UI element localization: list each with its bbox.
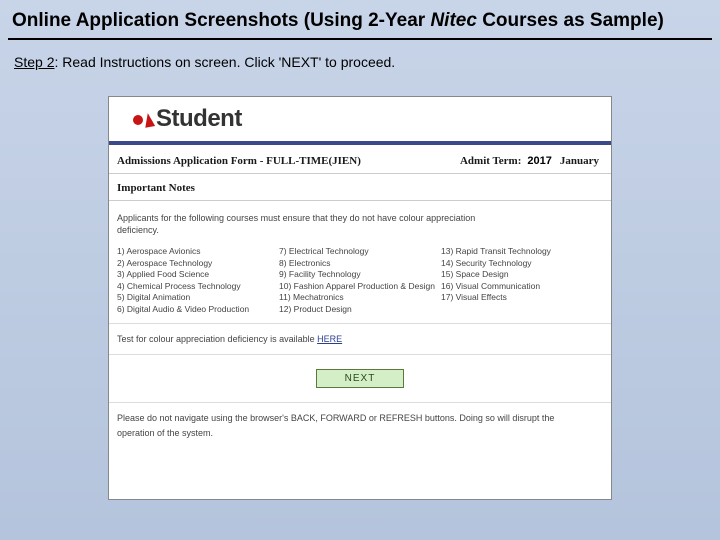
step-text: : Read Instructions on screen. Click 'NE…	[54, 54, 395, 70]
logo-icon	[133, 113, 154, 125]
list-item: 17) Visual Effects	[441, 292, 597, 303]
list-item: 15) Space Design	[441, 269, 597, 280]
next-button[interactable]: NEXT	[316, 369, 405, 388]
list-item: 12) Product Design	[279, 304, 435, 315]
list-item: 6) Digital Audio & Video Production	[117, 304, 273, 315]
note-line-1: Applicants for the following courses mus…	[117, 213, 603, 225]
logo-text: Student	[156, 105, 242, 133]
course-col-3: 13) Rapid Transit Technology 14) Securit…	[441, 246, 603, 315]
footer-warning: Please do not navigate using the browser…	[109, 403, 611, 444]
list-item: 3) Applied Food Science	[117, 269, 273, 280]
note-text: Applicants for the following courses mus…	[109, 201, 611, 240]
button-row: NEXT	[109, 355, 611, 403]
admit-year: 2017	[527, 155, 551, 167]
test-here-link[interactable]: HERE	[317, 334, 342, 344]
list-item: 11) Mechatronics	[279, 292, 435, 303]
course-columns: 1) Aerospace Avionics 2) Aerospace Techn…	[109, 240, 611, 323]
step-label: Step 2	[14, 54, 54, 70]
footer-line-2: operation of the system.	[117, 426, 603, 440]
list-item: 2) Aerospace Technology	[117, 258, 273, 269]
admit-month: January	[560, 155, 599, 167]
list-item: 13) Rapid Transit Technology	[441, 246, 597, 257]
logo-band: Student	[109, 97, 611, 145]
form-title: Admissions Application Form - FULL-TIME(…	[117, 155, 460, 167]
list-item: 8) Electronics	[279, 258, 435, 269]
footer-line-1: Please do not navigate using the browser…	[117, 411, 603, 425]
step-instruction: Step 2: Read Instructions on screen. Cli…	[0, 40, 720, 80]
test-text: Test for colour appreciation deficiency …	[117, 334, 317, 344]
embedded-screenshot: Student Admissions Application Form - FU…	[108, 96, 612, 500]
title-italic: Nitec	[430, 10, 476, 31]
title-pre: Online Application Screenshots (Using 2-…	[12, 10, 430, 31]
list-item: 14) Security Technology	[441, 258, 597, 269]
list-item: 1) Aerospace Avionics	[117, 246, 273, 257]
test-availability-line: Test for colour appreciation deficiency …	[109, 323, 611, 355]
title-post: Courses as Sample)	[477, 10, 664, 31]
course-col-2: 7) Electrical Technology 8) Electronics …	[279, 246, 441, 315]
page-title: Online Application Screenshots (Using 2-…	[0, 0, 720, 38]
list-item: 16) Visual Communication	[441, 281, 597, 292]
course-col-1: 1) Aerospace Avionics 2) Aerospace Techn…	[117, 246, 279, 315]
list-item: 7) Electrical Technology	[279, 246, 435, 257]
list-item: 4) Chemical Process Technology	[117, 281, 273, 292]
list-item: 5) Digital Animation	[117, 292, 273, 303]
form-title-row: Admissions Application Form - FULL-TIME(…	[109, 145, 611, 174]
list-item: 9) Facility Technology	[279, 269, 435, 280]
list-item: 10) Fashion Apparel Production & Design	[279, 281, 435, 292]
important-notes-heading: Important Notes	[109, 174, 611, 201]
admit-term-label: Admit Term:	[460, 155, 521, 167]
note-line-2: deficiency.	[117, 225, 603, 237]
